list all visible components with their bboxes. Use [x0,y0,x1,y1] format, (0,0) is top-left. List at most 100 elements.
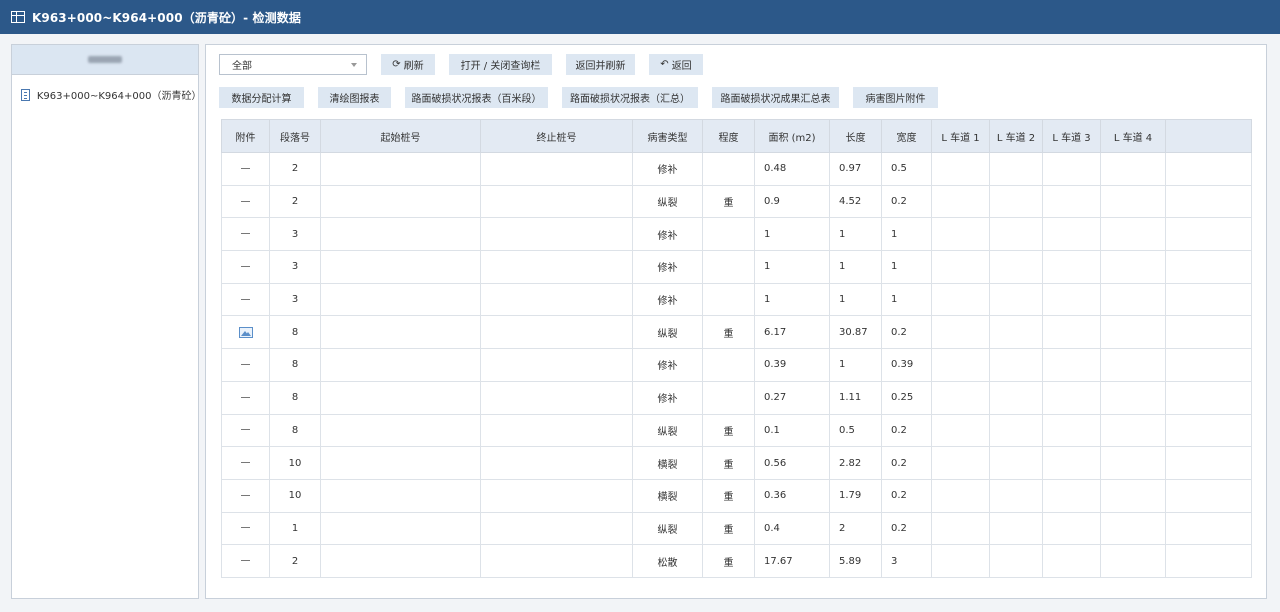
width-cell: 0.2 [881,478,932,513]
column-header-disease-type[interactable]: 病害类型 [632,119,703,153]
column-header-segment-no[interactable]: 段落号 [269,119,321,153]
column-header-start-station[interactable]: 起始桩号 [320,119,481,153]
start-station-cell [320,217,481,252]
disease-type-cell: 横裂 [632,446,703,480]
disease-type-cell: 松散 [632,544,703,578]
length-cell: 2.82 [829,446,882,480]
column-header-end-station[interactable]: 终止桩号 [480,119,633,153]
severity-cell [702,282,755,317]
attachment-cell[interactable] [221,380,270,415]
filler-cell [1165,250,1252,284]
start-station-cell [320,511,481,546]
table-row[interactable]: 8 修补 0.39 1 0.39 [221,348,1252,382]
damage-report-summary-label: 路面破损状况报表（汇总） [570,94,690,105]
return-refresh-button[interactable]: 返回并刷新 [566,54,635,75]
attachment-cell[interactable] [221,511,270,546]
disease-type-cell: 修补 [632,250,703,284]
attachment-cell[interactable] [221,413,270,448]
severity-cell: 重 [702,184,755,219]
table-row[interactable]: 8 修补 0.27 1.11 0.25 [221,380,1252,415]
segment-cell: 8 [269,315,321,350]
column-header-lane-4[interactable]: L 车道 4 [1100,119,1166,153]
no-attachment-dash [241,200,250,202]
back-button[interactable]: ↶ 返回 [649,54,703,75]
refresh-icon: ⟳ [392,59,401,70]
severity-cell: 重 [702,315,755,350]
column-header-length[interactable]: 长度 [829,119,882,153]
area-cell: 1 [754,217,830,252]
lane-2-cell [989,217,1043,252]
area-cell: 0.4 [754,511,830,546]
filter-select[interactable]: 全部 [219,54,367,75]
attachment-cell[interactable] [221,250,270,284]
filler-cell [1165,446,1252,480]
image-icon[interactable] [238,326,253,338]
lane-3-cell [1042,413,1101,448]
attachment-cell[interactable] [221,282,270,317]
damage-report-summary-button[interactable]: 路面破损状况报表（汇总） [562,87,698,108]
toggle-query-button[interactable]: 打开 / 关闭查询栏 [449,54,552,75]
lane-3-cell [1042,315,1101,350]
disease-type-cell: 纵裂 [632,413,703,448]
damage-report-100m-button[interactable]: 路面破损状况报表（百米段） [405,87,548,108]
attachment-cell[interactable] [221,184,270,219]
table-row[interactable]: 10 横裂重 0.36 1.79 0.2 [221,478,1252,513]
table-row[interactable]: 2 修补 0.48 0.97 0.5 [221,152,1252,186]
document-icon [21,88,30,101]
segment-cell: 1 [269,511,321,546]
attachment-cell[interactable] [221,478,270,513]
lane-1-cell [931,315,990,350]
column-header-severity[interactable]: 程度 [702,119,755,153]
column-header-lane-2[interactable]: L 车道 2 [989,119,1043,153]
attachment-cell[interactable] [221,315,270,350]
damage-result-summary-label: 路面破损状况成果汇总表 [720,94,831,105]
width-cell: 0.2 [881,184,932,219]
lane-4-cell [1100,446,1166,480]
no-attachment-dash [241,363,250,365]
length-cell: 1.79 [829,478,882,513]
length-cell: 1 [829,217,882,252]
refresh-button[interactable]: ⟳ 刷新 [381,54,435,75]
segment-cell: 3 [269,282,321,317]
table-row[interactable]: 3 修补 1 1 1 [221,282,1252,317]
attachment-cell[interactable] [221,152,270,186]
severity-cell: 重 [702,413,755,448]
table-row[interactable]: 2 松散重 17.67 5.89 3 [221,544,1252,578]
no-attachment-dash [241,167,250,169]
table-row[interactable]: 3 修补 1 1 1 [221,217,1252,252]
table-row[interactable]: 1 纵裂重 0.4 2 0.2 [221,511,1252,546]
back-label: 返回 [671,61,692,72]
table-row[interactable]: 10 横裂重 0.56 2.82 0.2 [221,446,1252,480]
end-station-cell [480,217,633,252]
lane-4-cell [1100,250,1166,284]
length-cell: 0.5 [829,413,882,448]
table-row[interactable]: 8 纵裂重 6.17 30.87 0.2 [221,315,1252,350]
attachment-cell[interactable] [221,544,270,578]
sketch-report-button[interactable]: 清绘图报表 [318,87,391,108]
column-header-lane-3[interactable]: L 车道 3 [1042,119,1101,153]
table-row[interactable]: 8 纵裂重 0.1 0.5 0.2 [221,413,1252,448]
chevron-down-icon [351,63,357,67]
disease-type-cell: 横裂 [632,478,703,513]
column-header-width[interactable]: 宽度 [881,119,932,153]
lane-2-cell [989,282,1043,317]
table-row[interactable]: 3 修补 1 1 1 [221,250,1252,284]
length-cell: 1 [829,348,882,382]
column-header-attachment[interactable]: 附件 [221,119,270,153]
attachment-cell[interactable] [221,217,270,252]
lane-3-cell [1042,544,1101,578]
data-allocation-button[interactable]: 数据分配计算 [219,87,304,108]
damage-result-summary-button[interactable]: 路面破损状况成果汇总表 [712,87,839,108]
tree-item-road-section[interactable]: K963+000~K964+000（沥青砼） [12,87,201,102]
end-station-cell [480,544,633,578]
table-row[interactable]: 2 纵裂重 0.9 4.52 0.2 [221,184,1252,219]
lane-4-cell [1100,478,1166,513]
attachment-cell[interactable] [221,446,270,480]
disease-image-attachment-button[interactable]: 病害图片附件 [853,87,938,108]
length-cell: 1 [829,250,882,284]
attachment-cell[interactable] [221,348,270,382]
disease-type-cell: 纵裂 [632,315,703,350]
column-header-lane-1[interactable]: L 车道 1 [931,119,990,153]
column-header-area[interactable]: 面积 (m2) [754,119,830,153]
width-cell: 3 [881,544,932,578]
